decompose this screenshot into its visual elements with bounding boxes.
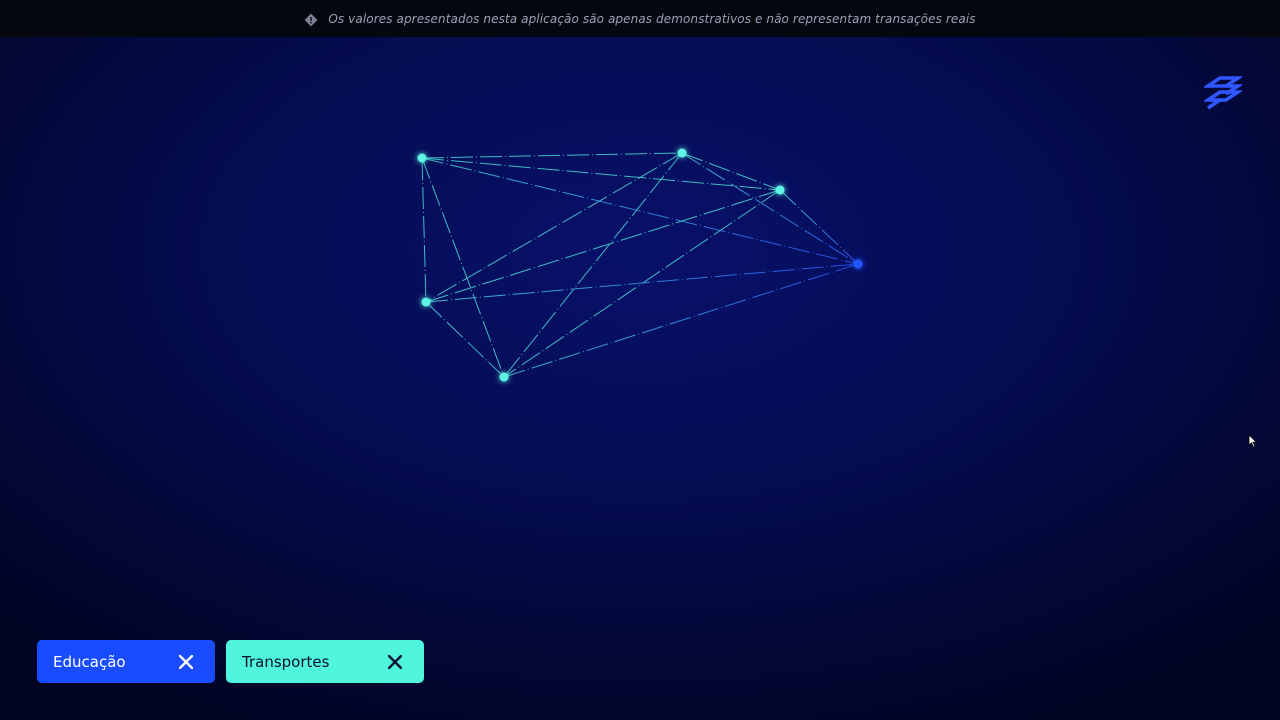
network-edge <box>421 157 781 191</box>
network-node <box>677 148 687 158</box>
app-stage: Os valores apresentados nesta aplicação … <box>0 0 1280 720</box>
network-edge <box>421 157 859 265</box>
filter-chip-educacao[interactable]: Educação <box>37 640 215 683</box>
network-node <box>421 297 431 307</box>
network-edge <box>425 152 683 303</box>
network-edge <box>421 152 683 159</box>
network-node <box>853 259 863 269</box>
mouse-cursor-icon <box>1248 433 1258 448</box>
network-node <box>775 185 785 195</box>
network-edge <box>421 157 505 378</box>
filter-chip-label: Transportes <box>242 652 330 671</box>
network-edge <box>503 263 859 378</box>
network-edge <box>425 189 781 303</box>
filter-chip-transportes[interactable]: Transportes <box>226 640 424 683</box>
network-edge <box>503 152 683 378</box>
network-edge <box>425 263 859 303</box>
network-edge <box>681 152 859 265</box>
network-node <box>499 372 509 382</box>
close-icon[interactable] <box>387 654 403 669</box>
connection-network-graphic <box>417 148 863 382</box>
network-edge <box>425 301 505 378</box>
filter-chips: Educação Transportes <box>37 640 424 683</box>
filter-chip-label: Educação <box>53 652 126 671</box>
network-node <box>417 153 427 163</box>
close-icon[interactable] <box>178 654 194 669</box>
network-edge <box>779 189 859 265</box>
network-edge <box>421 157 427 303</box>
